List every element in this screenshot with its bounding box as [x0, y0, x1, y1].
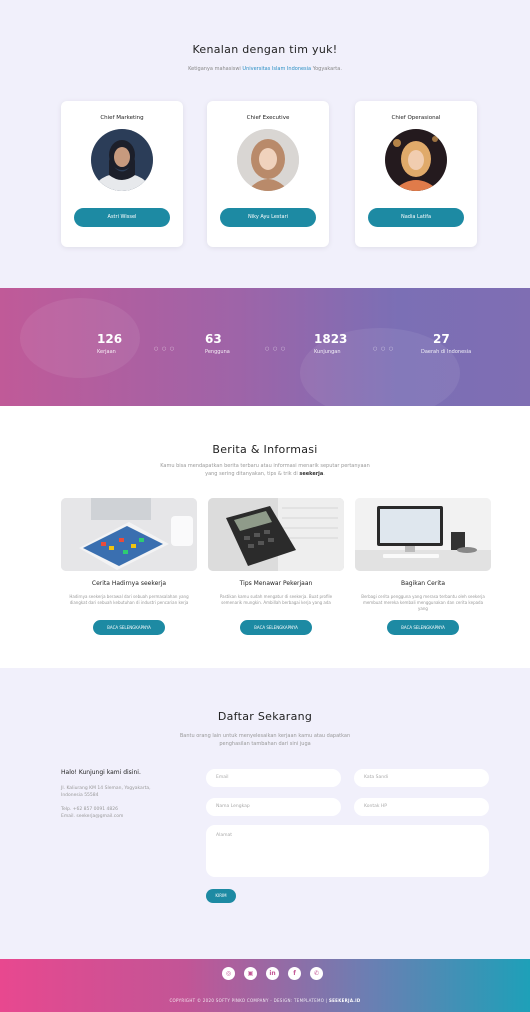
contact-address: Jl. Kaliurang KM 14 Sleman, Yogyakarta, …	[61, 786, 151, 798]
member-name-button[interactable]: Astri Wissel	[74, 208, 170, 227]
contact-info: Halo! Kunjungi kami disini. Jl. Kaliuran…	[61, 769, 171, 820]
news-image	[208, 498, 344, 571]
name-field[interactable]: Nama Lengkap	[206, 798, 341, 816]
read-more-button[interactable]: BACA SELENGKAPNYA	[93, 620, 165, 635]
phone-field[interactable]: Kontak HP	[354, 798, 489, 816]
news-card: Tips Menawar Pekerjaan Pastikan kamu sud…	[208, 498, 344, 635]
contact-phone: Telp. +62 857 0091 4826	[61, 807, 119, 812]
news-title: Cerita Hadirnya seekerja	[91, 580, 167, 587]
submit-button[interactable]: KIRIM	[206, 889, 236, 903]
address-textarea[interactable]: Alamat	[206, 825, 489, 877]
university-link[interactable]: Universitas Islam Indonesia	[242, 66, 311, 72]
copyright: COPYRIGHT © 2020 SOFTY PINKO COMPANY - D…	[169, 998, 361, 1003]
news-title: Tips Menawar Pekerjaan	[239, 580, 313, 587]
instagram-icon[interactable]: ▣	[244, 967, 257, 980]
separator-dots: ○ ○ ○	[265, 346, 287, 352]
news-section: Berita & Informasi Kamu bisa mendapatkan…	[0, 406, 530, 668]
news-text: Pastikan kamu sudah mengatur di seekerja…	[219, 594, 333, 605]
news-text: Berbagi cerita pengguna yang merasa terb…	[361, 594, 485, 611]
team-title: Kenalan dengan tim yuk!	[192, 43, 338, 56]
news-image	[61, 498, 197, 571]
contact-heading: Halo! Kunjungi kami disini.	[61, 769, 141, 776]
footer: ◎ ▣ in f ✆ COPYRIGHT © 2020 SOFTY PINKO …	[0, 959, 530, 1012]
linkedin-icon[interactable]: in	[266, 967, 279, 980]
separator-dots: ○ ○ ○	[154, 346, 176, 352]
news-image	[355, 498, 491, 571]
separator-dots: ○ ○ ○	[373, 346, 395, 352]
contact-email: Email. seekerja@gmail.com	[61, 814, 124, 819]
read-more-button[interactable]: BACA SELENGKAPNYA	[387, 620, 459, 635]
stat-regions: 27 Daerah di Indonesia	[421, 332, 472, 355]
team-card-operational: Chief Operasional Nadia Latifa	[355, 101, 477, 247]
news-subtitle: Kamu bisa mendapatkan berita terbaru ata…	[160, 463, 370, 477]
brand-link[interactable]: SEEKERJA.ID	[329, 998, 361, 1003]
password-field[interactable]: Kata Sandi	[354, 769, 489, 787]
member-name-button[interactable]: Niky Ayu Lestari	[220, 208, 316, 227]
avatar	[237, 129, 299, 191]
avatar	[91, 129, 153, 191]
email-field[interactable]: Email	[206, 769, 341, 787]
stat-jobs: 126 Kerjaan	[97, 332, 123, 355]
team-role: Chief Marketing	[100, 115, 144, 121]
team-section: Kenalan dengan tim yuk! Ketiganya mahasi…	[0, 0, 530, 288]
team-card-marketing: Chief Marketing Astri Wissel	[61, 101, 183, 247]
stat-users: 63 Pengguna	[205, 332, 230, 355]
team-role: Chief Executive	[246, 115, 290, 121]
facebook-icon[interactable]: f	[288, 967, 301, 980]
register-section: Daftar Sekarang Bantu orang lain untuk m…	[0, 668, 530, 959]
phone-icon[interactable]: ✆	[310, 967, 323, 980]
news-text: Hadirnya seekerja berawal dari sebuah pe…	[69, 594, 189, 605]
register-title: Daftar Sekarang	[217, 710, 313, 723]
register-subtitle: Bantu orang lain untuk menyelesaikan ker…	[179, 733, 351, 747]
stat-visits: 1823 Kunjungan	[314, 332, 348, 355]
team-role: Chief Operasional	[391, 115, 441, 121]
team-card-executive: Chief Executive Niky Ayu Lestari	[207, 101, 329, 247]
news-title: Bagikan Cerita	[400, 580, 446, 587]
team-subtitle: Ketiganya mahasiswi Universitas Islam In…	[188, 66, 342, 72]
whatsapp-icon[interactable]: ◎	[222, 967, 235, 980]
news-card: Bagikan Cerita Berbagi cerita pengguna y…	[355, 498, 491, 635]
avatar	[385, 129, 447, 191]
news-card: Cerita Hadirnya seekerja Hadirnya seeker…	[61, 498, 197, 635]
read-more-button[interactable]: BACA SELENGKAPNYA	[240, 620, 312, 635]
news-title: Berita & Informasi	[212, 443, 318, 456]
stats-section: 126 Kerjaan ○ ○ ○ 63 Pengguna ○ ○ ○ 1823…	[0, 288, 530, 406]
member-name-button[interactable]: Nadia Latifa	[368, 208, 464, 227]
